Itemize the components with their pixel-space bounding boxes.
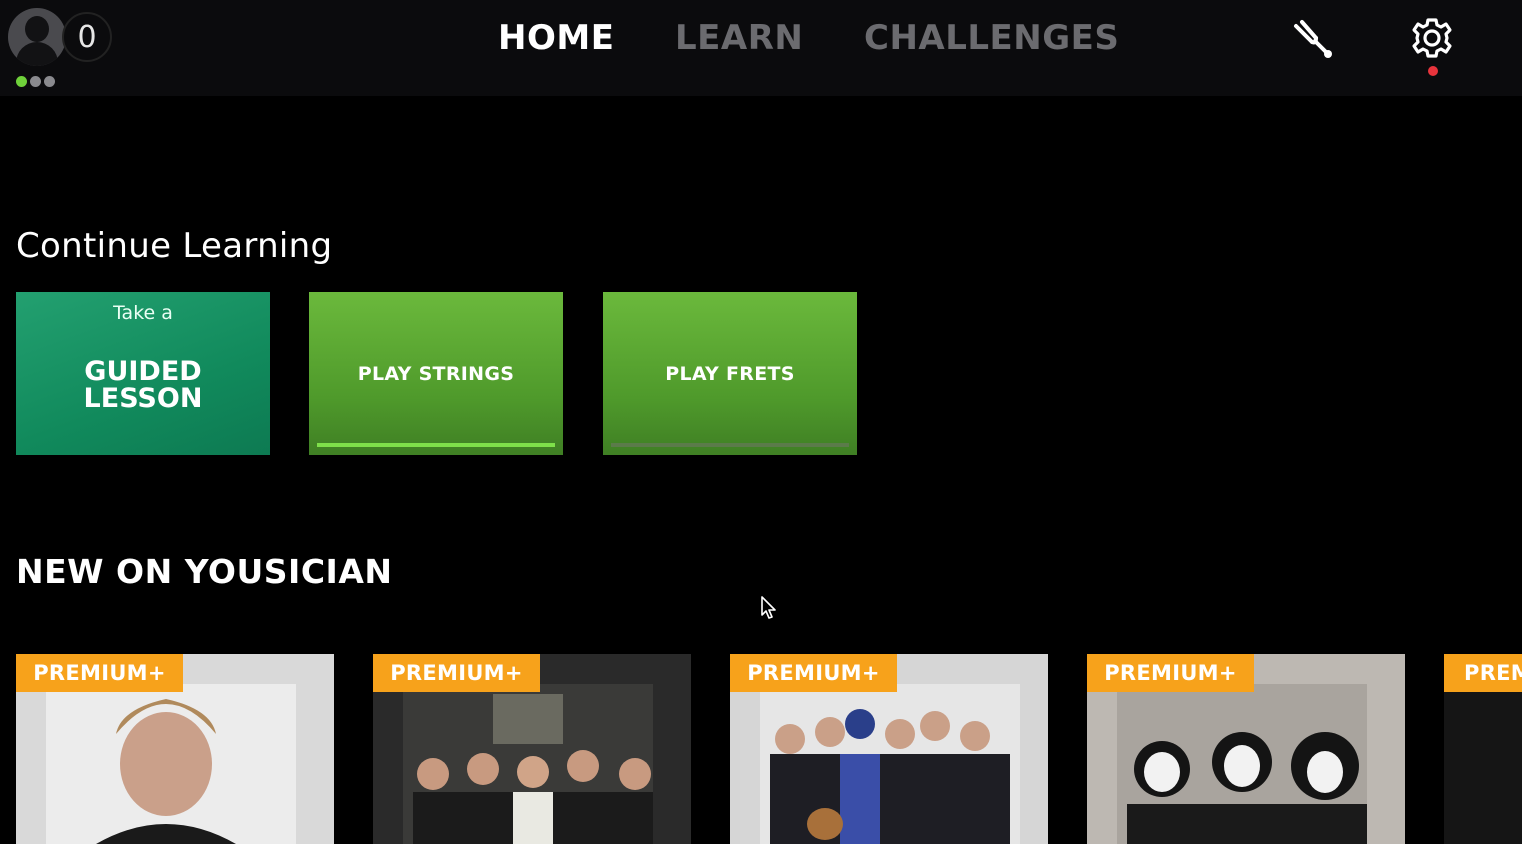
tab-challenges[interactable]: CHALLENGES xyxy=(864,16,1119,60)
guided-lesson-subtitle: Take a xyxy=(113,302,173,324)
notification-dot xyxy=(1428,66,1438,76)
play-strings-progress xyxy=(317,443,555,447)
premium-badge: PREMIUM+ xyxy=(730,654,897,692)
guided-lesson-label: GUIDED LESSON xyxy=(83,355,203,414)
continue-learning-title: Continue Learning xyxy=(16,226,333,266)
play-frets-label: PLAY FRETS xyxy=(665,362,795,385)
tab-home[interactable]: HOME xyxy=(498,16,614,60)
tab-learn[interactable]: LEARN xyxy=(675,16,803,60)
play-frets-card[interactable]: PLAY FRETS xyxy=(603,292,857,455)
premium-badge: PREMIUM+ xyxy=(373,654,540,692)
song-tile[interactable]: PREMIUM+ xyxy=(373,654,691,844)
new-on-yousician-title: NEW ON YOUSICIAN xyxy=(16,552,393,591)
song-tile[interactable]: PREMIUM+ xyxy=(16,654,334,844)
gear-icon[interactable] xyxy=(1410,16,1454,60)
song-tile[interactable]: PREMIUM+ xyxy=(1444,654,1522,844)
premium-badge: PREMIUM+ xyxy=(1087,654,1254,692)
song-tile[interactable]: PREMIUM+ xyxy=(1087,654,1405,844)
level-dots xyxy=(16,76,55,87)
premium-badge: PREMIUM+ xyxy=(16,654,183,692)
level-dot xyxy=(44,76,55,87)
premium-badge: PREMIUM+ xyxy=(1444,654,1522,692)
play-frets-progress xyxy=(611,443,849,447)
tuning-fork-icon[interactable] xyxy=(1290,16,1336,62)
level-dot xyxy=(30,76,41,87)
guided-lesson-card[interactable]: Take a GUIDED LESSON xyxy=(16,292,270,455)
level-dot-active xyxy=(16,76,27,87)
mouse-cursor-icon xyxy=(761,596,776,619)
play-strings-progress-fill xyxy=(317,443,555,447)
top-bar: 0 HOME LEARN CHALLENGES xyxy=(0,0,1522,96)
song-tile[interactable]: PREMIUM+ xyxy=(730,654,1048,844)
play-strings-card[interactable]: PLAY STRINGS xyxy=(309,292,563,455)
play-strings-label: PLAY STRINGS xyxy=(357,362,515,385)
